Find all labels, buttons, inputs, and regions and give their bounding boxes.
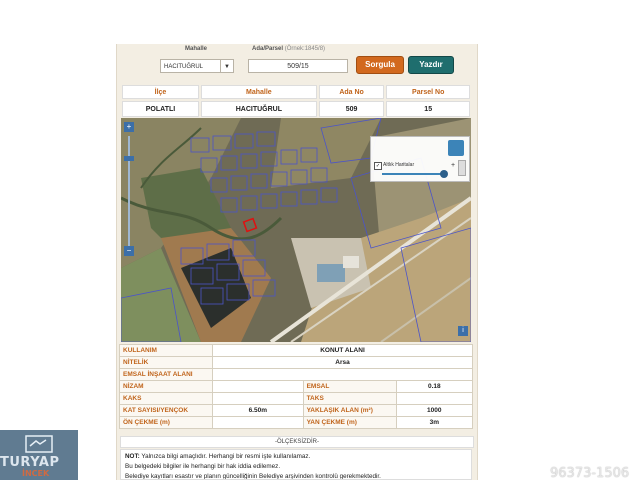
kullanim-value: KONUT ALANI	[212, 344, 473, 357]
basemap-checkbox[interactable]: ✓	[374, 162, 382, 170]
header-ilce: İlçe	[122, 85, 199, 99]
kat-label: KAT SAYISI/YENÇOK	[119, 404, 213, 417]
attr-row-emsal-insaat: EMSAL İNŞAAT ALANI	[119, 368, 473, 381]
logo-wordmark: TURYAP	[0, 455, 60, 470]
note-line-3: Belediye kayıtları esastır ve planın gün…	[125, 473, 381, 480]
zoom-in-button[interactable]: +	[124, 122, 134, 132]
taks-label: TAKS	[302, 392, 397, 405]
note-line-1: NOT: Yalnızca bilgi amaçlıdır. Herhangi …	[125, 452, 467, 462]
mahalle-select[interactable]: HACITUĞRUL ▼	[160, 59, 234, 73]
attr-row-kaks-taks: KAKS TAKS	[119, 392, 474, 405]
nizam-value	[212, 380, 304, 393]
attr-row-nitelik: NİTELİK Arsa	[119, 356, 473, 369]
alan-value: 1000	[395, 404, 474, 417]
handshake-icon	[25, 435, 53, 453]
parcel-info-header-row: İlçe Mahalle Ada No Parsel No	[122, 85, 470, 99]
ada-parsel-hint: (Örnek:1845/8)	[284, 46, 326, 52]
yan-cekme-label: YAN ÇEKME (m)	[302, 416, 397, 429]
zoning-attributes-table: KULLANIM KONUT ALANI NİTELİK Arsa EMSAL …	[119, 344, 474, 429]
ada-parsel-label-text: Ada/Parsel	[252, 46, 284, 52]
note-line-1-text: Yalnızca bilgi amaçlıdır. Herhangi bir r…	[139, 453, 311, 460]
listing-watermark: 96373-1506	[550, 466, 630, 481]
header-parsel-no: Parsel No	[386, 85, 470, 99]
basemap-label: Altlık Haritalar	[383, 162, 415, 168]
logo-subtitle: İNCEK	[22, 469, 50, 478]
mahalle-label: Mahalle	[185, 46, 208, 52]
opacity-slider-handle[interactable]	[440, 170, 448, 178]
header-ada-no: Ada No	[318, 85, 385, 99]
kullanim-label: KULLANIM	[119, 344, 213, 357]
zoom-slider-handle[interactable]	[124, 156, 134, 161]
note-line-2: Bu belgedeki bilgiler ile herhangi bir h…	[125, 463, 281, 470]
taks-value	[395, 392, 474, 405]
disclaimer-notes: NOT: Yalnızca bilgi amaçlıdır. Herhangi …	[120, 449, 472, 480]
kaks-value	[212, 392, 304, 405]
layers-icon[interactable]	[448, 140, 464, 156]
info-icon[interactable]: i	[458, 326, 468, 336]
attr-row-kat-alan: KAT SAYISI/YENÇOK 6.50m YAKLAŞIK ALAN (m…	[119, 404, 474, 417]
attr-row-kullanim: KULLANIM KONUT ALANI	[119, 344, 473, 357]
emsal-label: EMSAL	[302, 380, 397, 393]
attr-row-nizam-emsal: NİZAM EMSAL 0.18	[119, 380, 474, 393]
nitelik-value: Arsa	[212, 356, 473, 369]
emsal-insaat-value	[212, 368, 473, 381]
value-parsel-no: 15	[386, 101, 470, 117]
chevron-down-icon[interactable]: ▼	[220, 60, 233, 72]
ada-parsel-input[interactable]: 509/15	[248, 59, 348, 73]
nizam-label: NİZAM	[119, 380, 213, 393]
yan-cekme-value: 3m	[395, 416, 474, 429]
header-mahalle: Mahalle	[200, 85, 317, 99]
kat-value: 6.50m	[212, 404, 304, 417]
search-button[interactable]: Sorgula	[356, 56, 404, 74]
opacity-slider[interactable]	[382, 173, 444, 175]
kaks-label: KAKS	[119, 392, 213, 405]
parcel-info-value-row: POLATLI HACITUĞRUL 509 15	[122, 101, 470, 117]
value-ilce: POLATLI	[122, 101, 199, 117]
plus-icon[interactable]: +	[451, 162, 455, 169]
attr-row-cekme: ÖN ÇEKME (m) YAN ÇEKME (m) 3m	[119, 416, 474, 429]
emsal-insaat-label: EMSAL İNŞAAT ALANI	[119, 368, 213, 381]
alan-label: YAKLAŞIK ALAN (m²)	[302, 404, 397, 417]
value-ada-no: 509	[318, 101, 385, 117]
emsal-value: 0.18	[395, 380, 474, 393]
nitelik-label: NİTELİK	[119, 356, 213, 369]
zoom-out-button[interactable]: −	[124, 246, 134, 256]
ada-parsel-label: Ada/Parsel (Örnek:1845/8)	[252, 46, 325, 52]
scale-note: -ÖLÇEKSİZDİR-	[120, 436, 474, 448]
blank-header-area	[104, 0, 481, 44]
parcel-info-table: İlçe Mahalle Ada No Parsel No POLATLI HA…	[120, 83, 472, 119]
on-cekme-label: ÖN ÇEKME (m)	[119, 416, 213, 429]
zoom-slider-track[interactable]	[128, 136, 130, 248]
value-mahalle: HACITUĞRUL	[200, 101, 317, 117]
mahalle-select-value: HACITUĞRUL	[164, 64, 204, 70]
layer-scroll-handle[interactable]	[458, 160, 466, 176]
on-cekme-value	[212, 416, 304, 429]
print-button[interactable]: Yazdır	[408, 56, 454, 74]
note-prefix: NOT:	[125, 453, 140, 460]
